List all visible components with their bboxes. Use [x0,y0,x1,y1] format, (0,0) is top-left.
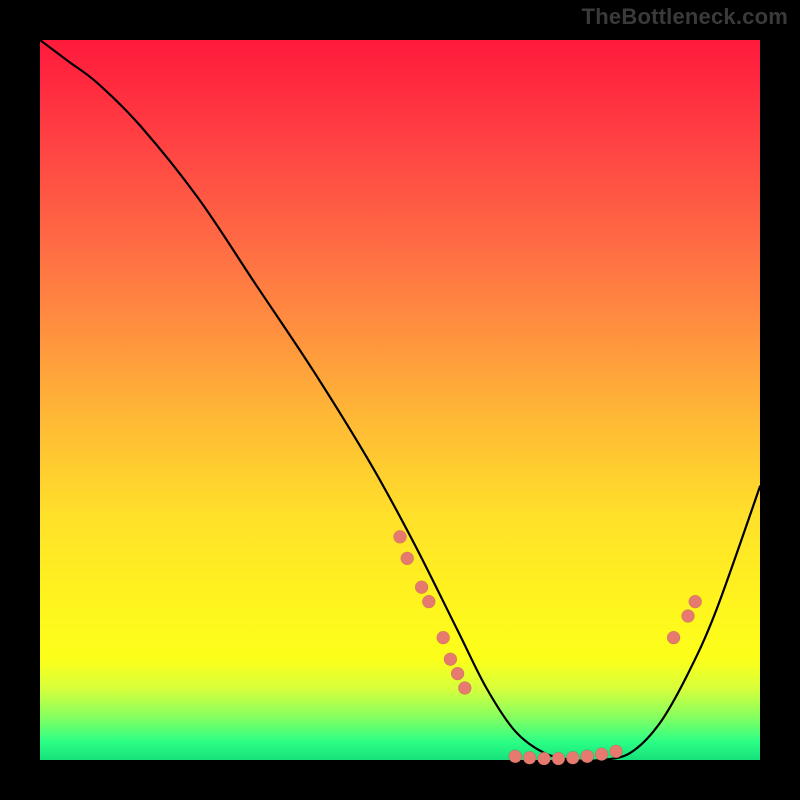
data-point [422,595,435,608]
data-point [566,751,579,764]
data-point [509,750,522,763]
data-point [689,595,702,608]
data-point [581,750,594,763]
data-point [667,631,680,644]
bottleneck-curve [40,40,760,761]
data-point [394,530,407,543]
data-point [401,552,414,565]
chart-frame: TheBottleneck.com [0,0,800,800]
data-point [523,751,536,764]
data-point [610,745,623,758]
data-point [437,631,450,644]
data-point [458,682,471,695]
plot-area [40,40,760,760]
data-point [415,581,428,594]
data-point [451,667,464,680]
data-point [682,610,695,623]
watermark-text: TheBottleneck.com [582,4,788,30]
data-point [444,653,457,666]
chart-svg [40,40,760,760]
data-point [538,752,551,765]
data-point [552,752,565,765]
data-point [595,748,608,761]
